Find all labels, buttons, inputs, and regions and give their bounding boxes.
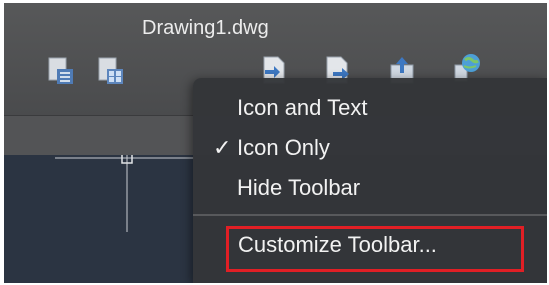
- document-grid-icon[interactable]: [96, 55, 126, 89]
- toolbar-context-menu: Icon and Text ✓ Icon Only Hide Toolbar C…: [193, 78, 547, 283]
- menu-item-customize-toolbar[interactable]: Customize Toolbar...: [226, 226, 524, 272]
- menu-item-label: Customize Toolbar...: [238, 232, 437, 257]
- menu-separator: [193, 214, 547, 216]
- document-list-icon[interactable]: [46, 55, 76, 89]
- app-window: Drawing1.dwg Icon and Text ✓ Icon Only H…: [4, 3, 547, 283]
- menu-item-icon-only[interactable]: ✓ Icon Only: [193, 130, 547, 166]
- checkmark-icon: ✓: [213, 135, 232, 160]
- menu-item-label: Hide Toolbar: [237, 175, 361, 200]
- menu-item-label: Icon and Text: [237, 95, 368, 120]
- menu-item-icon-and-text[interactable]: Icon and Text: [193, 90, 547, 126]
- window-title: Drawing1.dwg: [142, 17, 269, 39]
- menu-item-label: Icon Only: [237, 135, 330, 160]
- menu-item-hide-toolbar[interactable]: Hide Toolbar: [193, 170, 547, 206]
